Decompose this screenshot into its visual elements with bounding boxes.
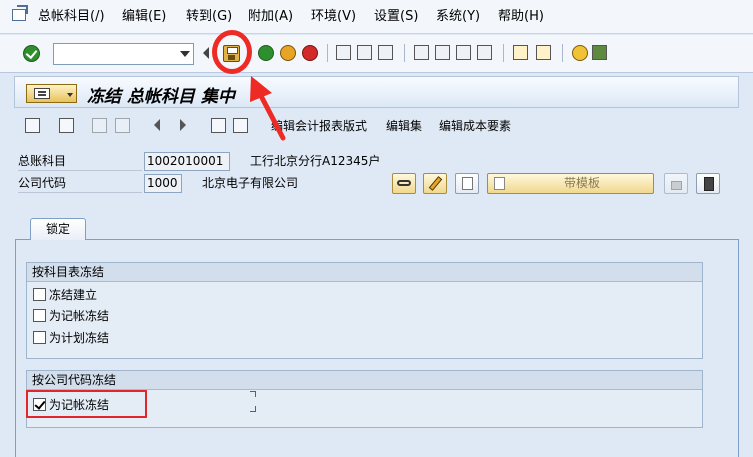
trash-icon xyxy=(704,177,714,191)
template-document-icon xyxy=(494,177,505,190)
group-chart-of-accounts: 按科目表冻结 xyxy=(26,262,703,359)
new-session-icon[interactable] xyxy=(513,45,528,60)
group-company-code-title: 按公司代码冻结 xyxy=(27,371,702,390)
blank-document-icon xyxy=(462,177,473,190)
glasses-display-button[interactable] xyxy=(392,173,416,194)
copy-icon[interactable] xyxy=(115,118,130,133)
with-template-label: 带模板 xyxy=(564,176,601,190)
toolbar-separator xyxy=(562,44,563,62)
edit-set-button[interactable]: 编辑集 xyxy=(386,118,422,134)
gl-account-label: 总账科目 xyxy=(18,152,142,171)
layout-menu-icon[interactable] xyxy=(592,45,607,60)
print-icon[interactable] xyxy=(336,45,351,60)
document-icon[interactable] xyxy=(233,118,248,133)
annotation-highlight-box xyxy=(26,390,147,418)
help-icon[interactable] xyxy=(572,45,588,61)
company-code-label: 公司代码 xyxy=(18,174,142,193)
display-change-icon[interactable] xyxy=(59,118,74,133)
menu-list-icon xyxy=(34,88,50,99)
menu-bar: 总帐科目(/) 编辑(E) 转到(G) 附加(A) 环境(V) 设置(S) 系统… xyxy=(0,0,753,34)
menu-settings[interactable]: 设置(S) xyxy=(374,8,418,26)
pencil-icon xyxy=(428,176,443,191)
application-toolbar: 编辑会计报表版式 编辑集 编辑成本要素 xyxy=(14,111,739,141)
previous-icon[interactable] xyxy=(154,119,160,131)
filter-icon[interactable] xyxy=(211,118,226,133)
annotation-corner-top xyxy=(250,391,256,397)
glasses-icon xyxy=(397,180,411,186)
edit-cost-element-button[interactable]: 编辑成本要素 xyxy=(439,118,511,134)
exit-icon[interactable] xyxy=(280,45,296,61)
command-input[interactable] xyxy=(54,44,172,64)
annotation-save-circle xyxy=(212,30,252,74)
change-pencil-button[interactable] xyxy=(423,173,447,194)
with-template-button[interactable]: 带模板 xyxy=(487,173,654,194)
command-dropdown-icon[interactable] xyxy=(180,51,190,57)
menu-goto[interactable]: 转到(G) xyxy=(186,8,232,26)
lock-button[interactable] xyxy=(664,173,688,194)
first-page-icon[interactable] xyxy=(414,45,429,60)
block-posting-coa-label: 为记帐冻结 xyxy=(49,309,110,323)
delete-button[interactable] xyxy=(696,173,720,194)
find-icon[interactable] xyxy=(357,45,372,60)
next-page-icon[interactable] xyxy=(456,45,471,60)
block-planning-label: 为计划冻结 xyxy=(49,331,110,345)
command-field[interactable] xyxy=(53,43,194,65)
collapse-command-icon[interactable] xyxy=(203,47,209,59)
gl-account-value[interactable]: 1002010001 xyxy=(144,152,230,171)
menu-extras[interactable]: 附加(A) xyxy=(248,8,293,26)
back-icon[interactable] xyxy=(258,45,274,61)
toolbar-separator xyxy=(503,44,504,62)
toolbar-separator xyxy=(327,44,328,62)
create-icon[interactable] xyxy=(92,118,107,133)
block-creation-checkbox[interactable] xyxy=(33,288,46,301)
cancel-icon[interactable] xyxy=(302,45,318,61)
block-posting-coa-checkbox[interactable] xyxy=(33,309,46,322)
gl-account-description: 工行北京分行A12345户 xyxy=(250,154,381,168)
group-chart-of-accounts-title: 按科目表冻结 xyxy=(27,263,702,282)
create-document-button[interactable] xyxy=(455,173,479,194)
company-code-value[interactable]: 1000 xyxy=(144,174,182,193)
annotation-corner-bottom xyxy=(250,406,256,412)
last-page-icon[interactable] xyxy=(477,45,492,60)
menu-edit[interactable]: 编辑(E) xyxy=(122,8,166,26)
block-creation-label: 冻结建立 xyxy=(49,288,98,302)
find-next-icon[interactable] xyxy=(378,45,393,60)
menu-exit-icon[interactable] xyxy=(12,5,28,21)
chevron-down-icon xyxy=(67,93,73,97)
tab-lock[interactable]: 锁定 xyxy=(30,218,86,240)
enter-check-icon[interactable] xyxy=(23,45,40,62)
next-icon[interactable] xyxy=(180,119,186,131)
standard-toolbar xyxy=(0,35,753,73)
other-account-icon[interactable] xyxy=(25,118,40,133)
menu-gl-account[interactable]: 总帐科目(/) xyxy=(38,8,105,26)
shortcut-icon[interactable] xyxy=(536,45,551,60)
toolbar-separator xyxy=(404,44,405,62)
edit-fs-version-button[interactable]: 编辑会计报表版式 xyxy=(271,118,367,134)
page-title: 冻结 总帐科目 集中 xyxy=(87,87,235,107)
block-planning-checkbox[interactable] xyxy=(33,331,46,344)
lock-icon xyxy=(671,181,682,190)
company-code-description: 北京电子有限公司 xyxy=(202,176,299,190)
screen-title-bar: 冻结 总帐科目 集中 xyxy=(14,76,739,108)
menu-help[interactable]: 帮助(H) xyxy=(498,8,544,26)
menu-system[interactable]: 系统(Y) xyxy=(436,8,480,26)
menu-environment[interactable]: 环境(V) xyxy=(311,8,356,26)
title-menu-button[interactable] xyxy=(26,84,77,103)
previous-page-icon[interactable] xyxy=(435,45,450,60)
